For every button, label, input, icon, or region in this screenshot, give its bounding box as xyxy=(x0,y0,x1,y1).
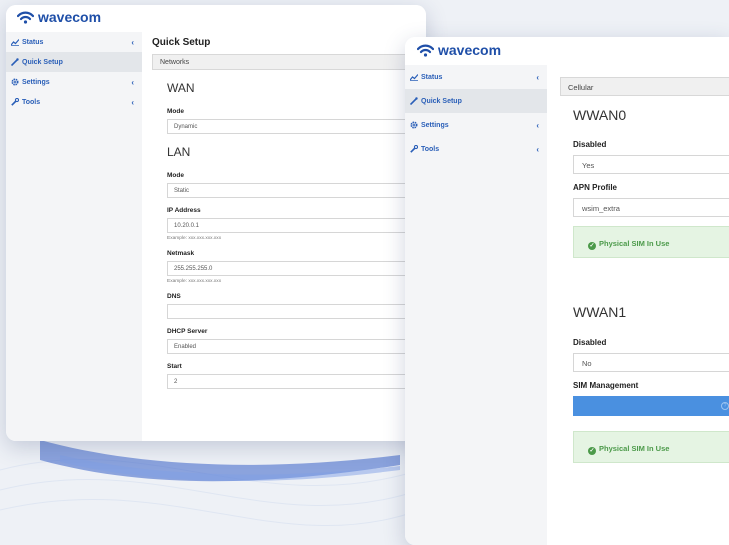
sim-status-alert: ✓ Physical SIM In Use xyxy=(573,226,729,258)
chevron-left-icon: ‹ xyxy=(131,37,134,47)
gear-icon xyxy=(10,78,20,86)
section-heading-wwan1: WWAN1 xyxy=(573,304,627,320)
dhcp-start-input[interactable]: 2 xyxy=(167,374,426,389)
field-label: Mode xyxy=(167,172,184,179)
field-label: APN Profile xyxy=(573,183,618,192)
wwan0-disabled-select[interactable]: Yes xyxy=(573,155,729,174)
back-window: wavecom Status ‹ Quick Setup Settings ‹ xyxy=(6,5,426,441)
chevron-left-icon: ‹ xyxy=(131,97,134,107)
sidebar-item-label: Quick Setup xyxy=(421,97,462,105)
main-content: Quick Setup Networks WAN Mode Dynamic LA… xyxy=(152,32,426,441)
apn-profile-select[interactable]: wsim_extra xyxy=(573,198,729,217)
wwan1-disabled-select[interactable]: No xyxy=(573,353,729,372)
chevron-left-icon: ‹ xyxy=(536,144,539,154)
chevron-left-icon: ‹ xyxy=(536,72,539,82)
sidebar-item-status[interactable]: Status ‹ xyxy=(405,65,547,89)
field-hint: Example: xxx.xxx.xxx.xxx xyxy=(167,236,222,241)
page-title: Quick Setup xyxy=(152,37,211,48)
sidebar-item-label: Settings xyxy=(22,78,50,86)
wan-mode-select[interactable]: Dynamic xyxy=(167,119,426,134)
field-label: Disabled xyxy=(573,140,607,149)
sim-status-alert: ✓ Physical SIM In Use xyxy=(573,431,729,463)
chart-icon xyxy=(409,73,419,81)
help-icon[interactable]: ? xyxy=(721,402,729,410)
panel-header: Cellular xyxy=(560,77,729,96)
section-heading-lan: LAN xyxy=(167,145,191,159)
networks-form: WAN Mode Dynamic LAN Mode Static IP Addr… xyxy=(152,81,426,389)
netmask-input[interactable]: 255.255.255.0 xyxy=(167,261,426,276)
sidebar-item-label: Tools xyxy=(421,145,440,153)
wrench-icon xyxy=(10,98,20,106)
brand-logo[interactable]: wavecom xyxy=(417,42,501,58)
sidebar-item-label: Status xyxy=(22,38,44,46)
check-circle-icon: ✓ xyxy=(588,242,596,250)
chevron-left-icon: ‹ xyxy=(536,120,539,130)
sidebar-item-status[interactable]: Status ‹ xyxy=(6,32,142,52)
sim-status-text: Physical SIM In Use xyxy=(599,239,670,248)
field-label: SIM Management xyxy=(573,381,639,390)
sidebar: Status ‹ Quick Setup Settings ‹ Tools ‹ xyxy=(405,65,547,545)
section-heading-wan: WAN xyxy=(167,81,195,95)
wrench-icon xyxy=(409,145,419,153)
panel-header: Networks xyxy=(152,54,426,70)
sidebar-item-tools[interactable]: Tools ‹ xyxy=(6,92,142,112)
wifi-logo-icon xyxy=(17,11,34,24)
wifi-logo-icon xyxy=(417,44,434,57)
check-circle-icon: ✓ xyxy=(588,447,596,455)
main-content: Cellular WWAN0 Disabled Yes APN Profile … xyxy=(560,77,729,545)
field-label: Mode xyxy=(167,108,184,115)
sidebar-item-tools[interactable]: Tools ‹ xyxy=(405,137,547,161)
sidebar-item-settings[interactable]: Settings ‹ xyxy=(405,113,547,137)
sidebar-item-quick-setup[interactable]: Quick Setup xyxy=(6,52,142,72)
brand-logo[interactable]: wavecom xyxy=(17,9,101,25)
field-label: Disabled xyxy=(573,338,607,347)
sim-status-text: Physical SIM In Use xyxy=(599,444,670,453)
cellular-form: WWAN0 Disabled Yes APN Profile wsim_extr… xyxy=(560,107,729,463)
topbar: wavecom xyxy=(405,37,729,65)
chevron-left-icon: ‹ xyxy=(131,77,134,87)
dhcp-server-select[interactable]: Enabled xyxy=(167,339,426,354)
wand-icon xyxy=(409,97,419,105)
field-label: IP Address xyxy=(167,207,201,214)
lan-mode-select[interactable]: Static xyxy=(167,183,426,198)
sidebar-item-label: Quick Setup xyxy=(22,58,63,66)
field-hint: Example: xxx.xxx.xxx.xxx xyxy=(167,279,222,284)
field-label: Start xyxy=(167,363,182,370)
field-label: DNS xyxy=(167,293,181,300)
sidebar: Status ‹ Quick Setup Settings ‹ Tools ‹ xyxy=(6,32,142,441)
sidebar-item-quick-setup[interactable]: Quick Setup xyxy=(405,89,547,113)
section-heading-wwan0: WWAN0 xyxy=(573,107,627,123)
dns-input[interactable] xyxy=(167,304,426,319)
brand-name: wavecom xyxy=(38,9,102,25)
sidebar-item-label: Settings xyxy=(421,121,449,129)
sidebar-item-settings[interactable]: Settings ‹ xyxy=(6,72,142,92)
sim-management-bar[interactable]: ? xyxy=(573,396,729,416)
gear-icon xyxy=(409,121,419,129)
ip-address-input[interactable]: 10.20.0.1 xyxy=(167,218,426,233)
field-label: Netmask xyxy=(167,250,195,257)
wand-icon xyxy=(10,58,20,66)
brand-name: wavecom xyxy=(438,42,502,58)
sidebar-item-label: Status xyxy=(421,73,443,81)
front-window: wavecom Status ‹ Quick Setup Settings ‹ xyxy=(405,37,729,545)
topbar: wavecom xyxy=(6,5,426,32)
chart-icon xyxy=(10,38,20,46)
sidebar-item-label: Tools xyxy=(22,98,41,106)
field-label: DHCP Server xyxy=(167,328,208,335)
